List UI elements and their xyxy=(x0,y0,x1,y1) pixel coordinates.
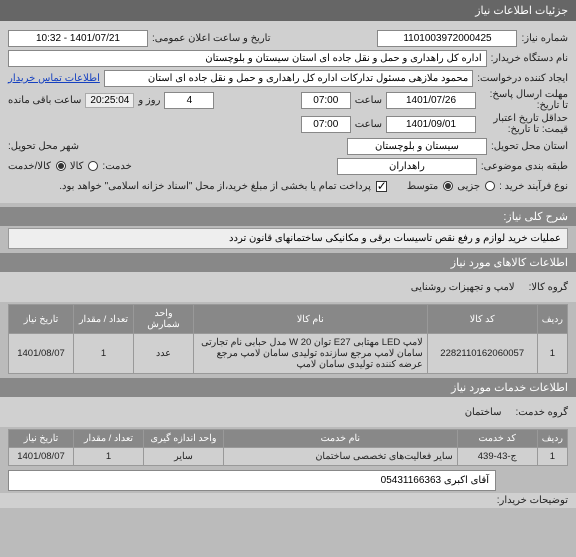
goods-col-name: نام کالا xyxy=(194,305,428,334)
radio-goods-service-input[interactable] xyxy=(56,161,66,171)
price-valid-label: حداقل تاریخ اعتبار قیمت: تا تاریخ: xyxy=(480,113,568,135)
creator-value: محمود ملازهی مسئول تدارکات اداره کل راهد… xyxy=(104,70,473,87)
subject-value: راهداران xyxy=(337,158,477,175)
days-remaining-value: 4 xyxy=(164,92,214,109)
deadline-time-value: 07:00 xyxy=(301,92,351,109)
radio-small[interactable]: جزیی xyxy=(457,181,495,192)
deadline-date-value: 1401/07/26 xyxy=(386,92,476,109)
creator-label: ایجاد کننده درخواست: xyxy=(477,73,568,84)
day-label: روز و xyxy=(138,95,160,106)
need-number-value: 1101003972000425 xyxy=(377,30,517,47)
services-group-label: گروه خدمت: xyxy=(515,407,568,418)
need-number-label: شماره نیاز: xyxy=(521,33,568,44)
service-label: خدمت: xyxy=(102,161,131,172)
process-label: نوع فرآیند خرید : xyxy=(499,181,568,192)
goods-table-row: 1 2282110162060057 لامپ LED مهتابی E27 ت… xyxy=(9,334,568,374)
services-col-unit: واحد اندازه گیری xyxy=(144,430,224,448)
buyer-org-value: اداره کل راهداری و حمل و نقل جاده ای است… xyxy=(8,50,487,67)
public-announce-label: تاریخ و ساعت اعلان عمومی: xyxy=(152,33,271,44)
radio-goods-input[interactable] xyxy=(88,161,98,171)
info-panel: شماره نیاز: 1101003972000425 تاریخ و ساع… xyxy=(0,21,576,203)
public-announce-value: 1401/07/21 - 10:32 xyxy=(8,30,148,47)
buyer-org-label: نام دستگاه خریدار: xyxy=(491,53,568,64)
radio-medium-input[interactable] xyxy=(443,181,453,191)
goods-col-row: ردیف xyxy=(537,305,567,334)
price-valid-time-value: 07:00 xyxy=(301,116,351,133)
province-value: سیستان و بلوچستان xyxy=(347,138,487,155)
goods-group-value: لامپ و تجهیزات روشنایی xyxy=(411,282,515,293)
services-section-header: اطلاعات خدمات مورد نیاز xyxy=(0,378,576,397)
goods-table: ردیف کد کالا نام کالا واحد شمارش تعداد /… xyxy=(8,304,568,374)
payment-checkbox[interactable] xyxy=(376,181,387,192)
price-valid-date-value: 1401/09/01 xyxy=(386,116,476,133)
hour-label-1: ساعت xyxy=(355,95,382,106)
services-col-name: نام خدمت xyxy=(224,430,458,448)
city-label: شهر محل تحویل: xyxy=(8,141,79,152)
services-col-qty: تعداد / مقدار xyxy=(74,430,144,448)
radio-goods[interactable]: کالا xyxy=(70,161,99,172)
services-table: ردیف کد خدمت نام خدمت واحد اندازه گیری ت… xyxy=(8,429,568,466)
goods-group-label: گروه کالا: xyxy=(529,282,568,293)
services-col-date: تاریخ نیاز xyxy=(9,430,74,448)
services-col-row: ردیف xyxy=(537,430,567,448)
countdown-timer: 20:25:04 xyxy=(85,93,134,108)
general-desc-text: عملیات خرید لوازم و رفع نقص تاسیسات برقی… xyxy=(8,228,568,249)
page-header: جزئیات اطلاعات نیاز xyxy=(0,0,576,21)
seller-label: توضیحات خریدار: xyxy=(497,495,568,506)
payment-checkbox-group[interactable]: پرداخت تمام یا بخشی از مبلغ خرید،از محل … xyxy=(59,181,387,192)
deadline-label: مهلت ارسال پاسخ: تا تاریخ: xyxy=(480,89,568,111)
goods-col-unit: واحد شمارش xyxy=(134,305,194,334)
goods-col-code: کد کالا xyxy=(427,305,537,334)
radio-small-input[interactable] xyxy=(485,181,495,191)
seller-contact: آقای اکبری 05431166363 xyxy=(8,470,496,491)
services-col-code: کد خدمت xyxy=(457,430,537,448)
general-desc-header: شرح کلی نیاز: xyxy=(0,207,576,226)
radio-medium[interactable]: متوسط xyxy=(407,181,453,192)
province-label: استان محل تحویل: xyxy=(491,141,568,152)
remaining-label: ساعت باقی مانده xyxy=(8,95,81,106)
goods-col-date: تاریخ نیاز xyxy=(9,305,74,334)
goods-section-header: اطلاعات کالاهای مورد نیاز xyxy=(0,253,576,272)
hour-label-2: ساعت xyxy=(355,119,382,130)
payment-note: پرداخت تمام یا بخشی از مبلغ خرید،از محل … xyxy=(59,181,371,192)
services-table-row: 1 ج-43-439 سایر فعالیت‌های تخصصی ساختمان… xyxy=(9,448,568,466)
page-title: جزئیات اطلاعات نیاز xyxy=(475,5,568,17)
services-group-value: ساختمان xyxy=(465,407,502,418)
buyer-contact-link[interactable]: اطلاعات تماس خریدار xyxy=(8,73,100,84)
radio-goods-service[interactable]: کالا/خدمت xyxy=(8,161,66,172)
subject-label: طبقه بندی موضوعی: xyxy=(481,161,568,172)
goods-col-qty: تعداد / مقدار xyxy=(74,305,134,334)
